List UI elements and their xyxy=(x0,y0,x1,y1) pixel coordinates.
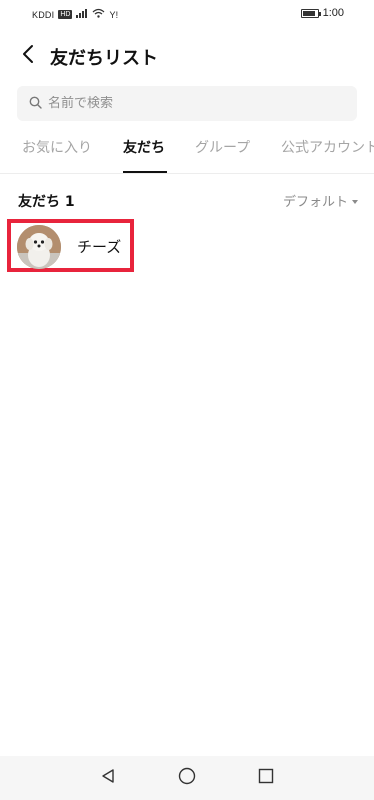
network-label: Y! xyxy=(109,9,119,20)
hd-badge: HD xyxy=(58,10,73,19)
nav-recents-button[interactable] xyxy=(254,766,278,790)
sort-dropdown[interactable]: デフォルト xyxy=(283,191,358,210)
carrier-label: KDDI xyxy=(32,9,55,20)
caret-down-icon xyxy=(352,199,358,204)
signal-icon xyxy=(76,8,88,21)
system-nav-bar xyxy=(0,756,374,800)
search-bar[interactable] xyxy=(17,86,357,121)
triangle-back-icon xyxy=(100,768,116,788)
tab-favorites[interactable]: お気に入り xyxy=(22,137,92,157)
circle-home-icon xyxy=(178,767,196,789)
dog-photo-avatar xyxy=(17,225,61,269)
chevron-left-icon xyxy=(21,44,35,68)
square-recents-icon xyxy=(258,768,274,788)
nav-home-button[interactable] xyxy=(175,766,199,790)
tab-bar: お気に入り 友だち グループ 公式アカウント xyxy=(0,124,374,174)
status-right: 1:00 xyxy=(300,7,344,19)
back-button[interactable] xyxy=(14,42,42,70)
tab-groups[interactable]: グループ xyxy=(195,137,250,157)
avatar xyxy=(17,225,61,269)
tab-official-accounts[interactable]: 公式アカウント xyxy=(281,137,374,157)
status-time: 1:00 xyxy=(322,7,344,19)
active-tab-indicator xyxy=(123,171,167,173)
battery-icon xyxy=(300,8,321,18)
search-input[interactable] xyxy=(48,96,338,111)
status-left: KDDI HD Y! xyxy=(32,8,118,21)
nav-back-button[interactable] xyxy=(96,766,120,790)
header: 友だちリスト xyxy=(0,38,374,74)
status-bar: KDDI HD Y! 1:00 xyxy=(0,0,374,30)
wifi-icon xyxy=(92,8,105,21)
battery-fill xyxy=(302,10,315,16)
sort-label: デフォルト xyxy=(282,195,348,210)
friend-row[interactable]: チーズ xyxy=(7,219,134,272)
tab-friends[interactable]: 友だち xyxy=(123,137,165,157)
page-title: 友だちリスト xyxy=(50,48,158,69)
friends-count-heading: 友だち 1 xyxy=(18,194,75,210)
search-icon xyxy=(29,94,42,113)
friend-name: チーズ xyxy=(77,238,122,256)
